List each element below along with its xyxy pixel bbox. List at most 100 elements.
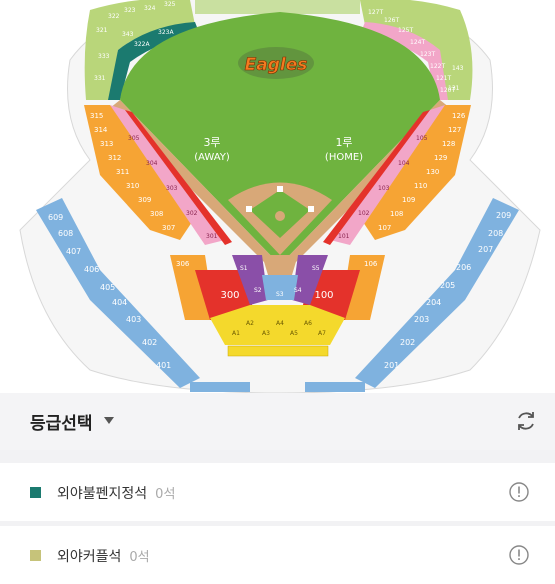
svg-text:206: 206 xyxy=(456,263,471,272)
bottom-right-blue[interactable] xyxy=(305,382,365,392)
svg-text:122T: 122T xyxy=(430,63,445,70)
grade-count: 0석 xyxy=(155,487,176,502)
svg-text:406: 406 xyxy=(84,265,99,274)
grade-color-swatch xyxy=(30,550,41,561)
section-300-label: 300 xyxy=(220,290,239,301)
grade-row-couple[interactable]: 외야커플석 0석 xyxy=(0,526,555,584)
first-base-bag xyxy=(308,206,314,212)
svg-text:331: 331 xyxy=(94,75,106,82)
svg-text:129: 129 xyxy=(434,154,447,162)
svg-text:S4: S4 xyxy=(294,287,302,294)
svg-text:A2: A2 xyxy=(246,320,254,327)
svg-text:128: 128 xyxy=(442,140,455,148)
third-base-bag xyxy=(246,206,252,212)
svg-text:105: 105 xyxy=(416,135,428,142)
svg-text:103: 103 xyxy=(378,185,390,192)
bottom-left-blue[interactable] xyxy=(190,382,250,392)
svg-text:208: 208 xyxy=(488,229,503,238)
svg-text:126: 126 xyxy=(452,112,466,120)
svg-text:312: 312 xyxy=(108,154,121,162)
grade-select-title[interactable]: 등급선택 xyxy=(30,409,93,434)
svg-text:207: 207 xyxy=(478,245,493,254)
info-icon[interactable] xyxy=(509,545,529,565)
svg-text:130: 130 xyxy=(426,168,439,176)
info-icon[interactable] xyxy=(509,482,529,502)
svg-text:401: 401 xyxy=(156,361,171,370)
svg-text:127: 127 xyxy=(448,126,461,134)
svg-text:308: 308 xyxy=(150,210,163,218)
svg-text:209: 209 xyxy=(496,211,511,220)
grade-label: 외야커플석 0석 xyxy=(57,546,150,566)
svg-text:323: 323 xyxy=(124,7,136,14)
third-base-label: 3루 xyxy=(203,136,220,149)
svg-text:S5: S5 xyxy=(312,265,320,272)
section-100-label: 100 xyxy=(314,290,333,301)
stadium-svg: Eagles 3루 (AWAY) 1루 (HOME) 300 100 609 6… xyxy=(19,0,541,394)
svg-text:201: 201 xyxy=(384,361,399,370)
svg-text:131: 131 xyxy=(448,85,460,92)
grade-select-header[interactable]: 등급선택 xyxy=(0,393,555,450)
svg-text:A6: A6 xyxy=(304,320,312,327)
svg-text:A4: A4 xyxy=(276,320,284,327)
stadium-seat-map[interactable]: Eagles 3루 (AWAY) 1루 (HOME) 300 100 609 6… xyxy=(0,0,555,394)
svg-text:A7: A7 xyxy=(318,330,326,337)
svg-text:405: 405 xyxy=(100,283,115,292)
svg-text:322: 322 xyxy=(108,13,120,20)
svg-text:A1: A1 xyxy=(232,330,240,337)
svg-text:S3: S3 xyxy=(276,291,284,298)
svg-text:202: 202 xyxy=(400,338,415,347)
svg-text:A5: A5 xyxy=(290,330,298,337)
svg-text:123T: 123T xyxy=(420,51,435,58)
grade-name: 외야커플석 xyxy=(57,549,122,565)
svg-text:309: 309 xyxy=(138,196,151,204)
second-base-bag xyxy=(277,186,283,192)
grade-color-swatch xyxy=(30,487,41,498)
svg-text:143: 143 xyxy=(452,65,464,72)
home-front-row[interactable] xyxy=(227,345,329,357)
svg-text:303: 303 xyxy=(166,185,178,192)
outfield-center-seats[interactable] xyxy=(195,0,360,14)
grade-name: 외야불펜지정석 xyxy=(57,486,148,502)
svg-text:324: 324 xyxy=(144,5,156,12)
first-base-sub-label: (HOME) xyxy=(325,152,363,163)
caret-down-icon[interactable] xyxy=(104,417,114,424)
home-plate-dirt xyxy=(262,255,298,275)
svg-text:314: 314 xyxy=(94,126,108,134)
refresh-icon[interactable] xyxy=(514,409,538,433)
svg-text:302: 302 xyxy=(186,210,198,217)
svg-text:124T: 124T xyxy=(410,39,425,46)
svg-text:A3: A3 xyxy=(262,330,270,337)
svg-text:322A: 322A xyxy=(134,41,150,48)
svg-text:205: 205 xyxy=(440,281,455,290)
svg-text:315: 315 xyxy=(90,112,103,120)
svg-text:121T: 121T xyxy=(436,75,451,82)
svg-text:S2: S2 xyxy=(254,287,262,294)
svg-text:333: 333 xyxy=(98,53,110,60)
svg-text:402: 402 xyxy=(142,338,157,347)
svg-text:109: 109 xyxy=(402,196,415,204)
svg-text:343: 343 xyxy=(122,31,134,38)
svg-text:321: 321 xyxy=(96,27,108,34)
grade-select-panel: 등급선택 외야불펜지정석 0석 외야커플석 0석 xyxy=(0,393,555,584)
svg-text:127T: 127T xyxy=(368,9,383,16)
svg-text:325: 325 xyxy=(164,1,176,8)
svg-text:407: 407 xyxy=(66,247,81,256)
svg-text:306: 306 xyxy=(176,260,190,268)
svg-text:311: 311 xyxy=(116,168,129,176)
svg-text:323A: 323A xyxy=(158,29,174,36)
svg-text:301: 301 xyxy=(206,233,218,240)
svg-text:310: 310 xyxy=(126,182,139,190)
svg-text:608: 608 xyxy=(58,229,73,238)
svg-text:101: 101 xyxy=(338,233,350,240)
pitchers-mound xyxy=(275,211,285,221)
svg-text:403: 403 xyxy=(126,315,141,324)
svg-text:108: 108 xyxy=(390,210,403,218)
svg-text:203: 203 xyxy=(414,315,429,324)
grade-label: 외야불펜지정석 0석 xyxy=(57,483,175,503)
svg-text:126T: 126T xyxy=(384,17,399,24)
grade-row-bullpen[interactable]: 외야불펜지정석 0석 xyxy=(0,463,555,521)
svg-text:125T: 125T xyxy=(398,27,413,34)
svg-text:609: 609 xyxy=(48,213,63,222)
svg-text:110: 110 xyxy=(414,182,427,190)
team-logo-text: Eagles xyxy=(245,55,308,75)
